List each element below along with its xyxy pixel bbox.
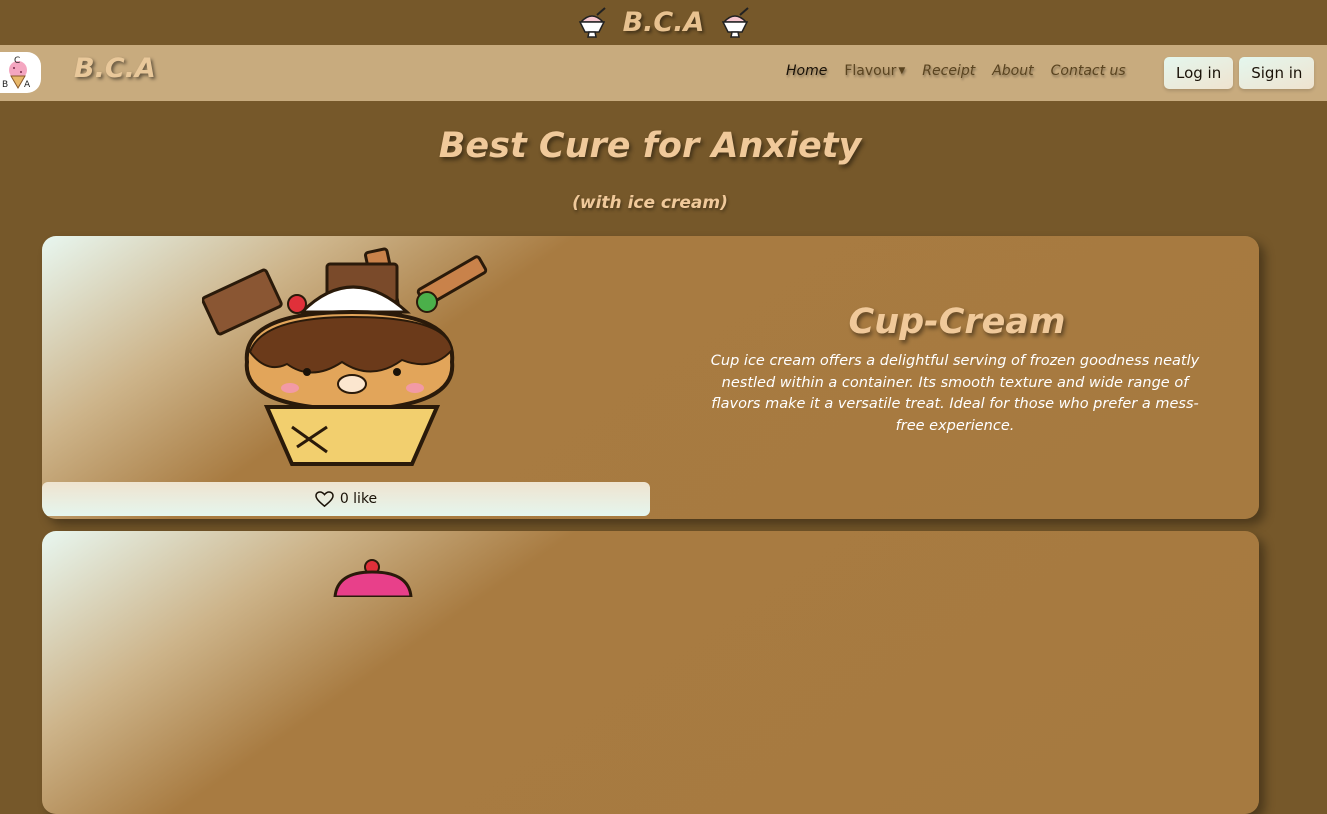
navbar: C B A B.C.A Home Flavour ▼ Receipt About …	[0, 45, 1327, 101]
svg-text:A: A	[24, 80, 31, 90]
top-banner: B.C.A	[0, 0, 1327, 46]
ice-cream-logo-icon: C B A	[2, 56, 31, 90]
signin-button[interactable]: Sign in	[1239, 57, 1315, 89]
svg-text:C: C	[14, 56, 20, 66]
card-description: Cup ice cream offers a delightful servin…	[710, 353, 1200, 434]
sundae-icon	[722, 6, 750, 38]
nav-home[interactable]: Home	[786, 63, 827, 79]
svg-text:B: B	[2, 80, 8, 90]
product-card	[42, 531, 1259, 814]
nav-receipt[interactable]: Receipt	[922, 63, 975, 79]
card-title: Cup-Cream	[848, 302, 1066, 342]
login-button[interactable]: Log in	[1164, 57, 1234, 89]
auth-buttons: Log in Sign in	[1164, 57, 1315, 89]
nav-flavour-dropdown[interactable]: Flavour ▼	[844, 63, 905, 79]
product-card: 0 like Cup-Cream Cup ice cream offers a …	[42, 236, 1259, 519]
like-button[interactable]: 0 like	[42, 482, 650, 516]
navbar-brand[interactable]: B.C.A	[74, 53, 156, 84]
banner-title: B.C.A	[622, 7, 705, 38]
hero-title: Best Cure for Anxiety	[438, 126, 862, 166]
sundae-icon	[578, 6, 606, 38]
cupcake-icon	[333, 559, 413, 597]
like-count: 0 like	[339, 491, 378, 507]
brand-logo[interactable]: C B A	[0, 52, 41, 93]
hero-subtitle: (with ice cream)	[572, 193, 728, 213]
nav-contact[interactable]: Contact us	[1051, 63, 1126, 79]
nav-links: Home Flavour ▼ Receipt About Contact us	[786, 63, 1143, 79]
caret-down-icon: ▼	[898, 66, 906, 76]
cup-ice-cream-icon	[202, 247, 488, 466]
nav-flavour-label: Flavour	[844, 63, 897, 79]
heart-icon	[315, 490, 334, 507]
nav-about[interactable]: About	[992, 63, 1033, 79]
